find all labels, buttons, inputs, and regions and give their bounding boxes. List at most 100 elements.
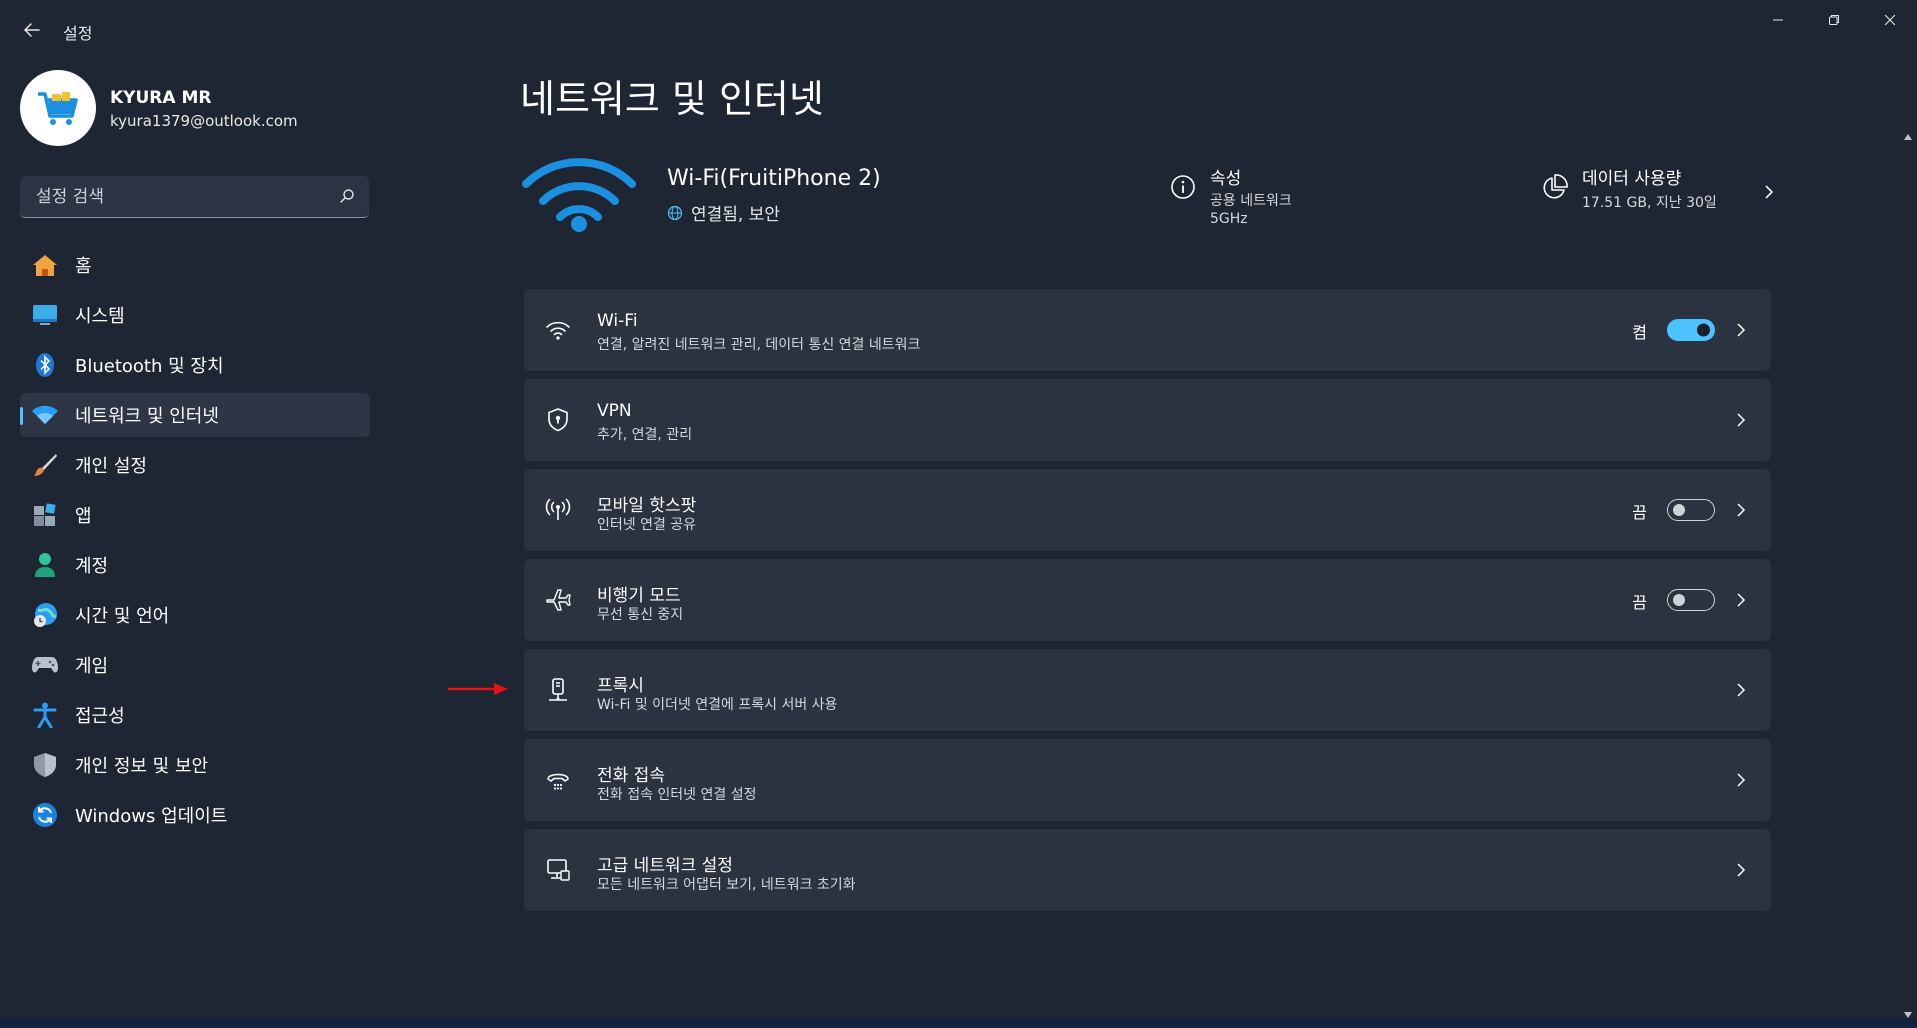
sidebar-item-system[interactable]: 시스템 xyxy=(20,293,370,337)
profile-email: kyura1379@outlook.com xyxy=(110,112,298,130)
globe-icon xyxy=(667,205,683,220)
sidebar-item-personalization[interactable]: 개인 설정 xyxy=(20,443,370,487)
chevron-right-icon xyxy=(1737,863,1746,877)
connection-summary: Wi-Fi(FruitiPhone 2) 연결됨, 보안 속성 공용 네트워크 … xyxy=(520,148,1774,238)
sidebar-item-network[interactable]: 네트워크 및 인터넷 xyxy=(20,393,370,437)
window-title: 설정 xyxy=(63,24,93,43)
network-icon xyxy=(31,401,59,429)
chevron-right-icon xyxy=(1737,593,1746,607)
sidebar-item-bluetooth[interactable]: Bluetooth 및 장치 xyxy=(20,343,370,387)
wifi-icon xyxy=(544,316,572,344)
sidebar-item-time-language[interactable]: 시간 및 언어 xyxy=(20,593,370,637)
proxy-card[interactable]: 프록시 Wi-Fi 및 이더넷 연결에 프록시 서버 사용 xyxy=(524,649,1771,731)
sidebar-nav: 홈 시스템 Bluetooth 및 장치 네트워크 및 인터넷 개인 설정 앱 xyxy=(20,243,370,843)
vpn-card[interactable]: VPN 추가, 연결, 관리 xyxy=(524,379,1771,461)
info-icon xyxy=(1171,175,1195,199)
toggle-state-label: 끔 xyxy=(1632,593,1647,612)
sidebar-item-accessibility[interactable]: 접근성 xyxy=(20,693,370,737)
sidebar-item-label: 시간 및 언어 xyxy=(75,606,170,627)
network-adapter-icon xyxy=(544,856,572,884)
sidebar-item-label: 네트워크 및 인터넷 xyxy=(75,406,219,427)
sidebar-item-apps[interactable]: 앱 xyxy=(20,493,370,537)
card-title: 모바일 핫스팟 xyxy=(597,496,697,516)
chevron-right-icon xyxy=(1737,773,1746,787)
title-bar: 설정 xyxy=(0,0,1917,58)
bluetooth-icon xyxy=(31,351,59,379)
wifi-card[interactable]: Wi-Fi 연결, 알려진 네트워크 관리, 데이터 통신 연결 네트워크 켬 xyxy=(524,289,1771,371)
chevron-right-icon xyxy=(1737,413,1746,427)
hotspot-icon xyxy=(544,496,572,524)
taskbar-edge xyxy=(0,1018,1917,1028)
toggle-knob xyxy=(1673,504,1685,516)
advanced-network-card[interactable]: 고급 네트워크 설정 모든 네트워크 어댑터 보기, 네트워크 초기화 xyxy=(524,829,1771,911)
card-subtitle: 무선 통신 중지 xyxy=(597,607,684,623)
user-profile[interactable]: KYURA MR kyura1379@outlook.com xyxy=(20,70,370,146)
airplane-mode-toggle[interactable] xyxy=(1667,589,1715,611)
vpn-shield-icon xyxy=(544,406,572,434)
sidebar-item-home[interactable]: 홈 xyxy=(20,243,370,287)
toggle-state-label: 끔 xyxy=(1632,503,1647,522)
toggle-state-label: 켬 xyxy=(1632,323,1647,342)
data-usage-link[interactable]: 데이터 사용량 17.51 GB, 지난 30일 xyxy=(1540,164,1774,224)
proxy-server-icon xyxy=(544,676,572,704)
card-title: 비행기 모드 xyxy=(597,586,681,606)
back-button[interactable] xyxy=(20,18,44,42)
properties-title: 속성 xyxy=(1210,169,1242,189)
update-icon xyxy=(31,801,59,829)
sidebar-item-accounts[interactable]: 계정 xyxy=(20,543,370,587)
card-title: 고급 네트워크 설정 xyxy=(597,856,733,876)
brush-icon xyxy=(31,451,59,479)
annotation-arrow-icon xyxy=(448,683,508,695)
sidebar-item-privacy[interactable]: 개인 정보 및 보안 xyxy=(20,743,370,787)
data-usage-value: 17.51 GB, 지난 30일 xyxy=(1582,195,1717,211)
dial-up-card[interactable]: 전화 접속 전화 접속 인터넷 연결 설정 xyxy=(524,739,1771,821)
wifi-toggle[interactable] xyxy=(1667,319,1715,341)
mobile-hotspot-card[interactable]: 모바일 핫스팟 인터넷 연결 공유 끔 xyxy=(524,469,1771,551)
card-title: Wi-Fi xyxy=(597,311,638,331)
chevron-right-icon xyxy=(1737,683,1746,697)
restore-button[interactable] xyxy=(1806,8,1862,32)
minimize-button[interactable] xyxy=(1750,8,1806,32)
mobile-hotspot-toggle[interactable] xyxy=(1667,499,1715,521)
airplane-mode-card[interactable]: 비행기 모드 무선 통신 중지 끔 xyxy=(524,559,1771,641)
settings-search xyxy=(20,176,369,218)
sidebar-item-label: 앱 xyxy=(75,506,92,527)
sidebar-item-gaming[interactable]: 게임 xyxy=(20,643,370,687)
gamepad-icon xyxy=(31,651,59,679)
connection-status: 연결됨, 보안 xyxy=(667,200,780,225)
account-icon xyxy=(31,551,59,579)
sidebar-item-label: 게임 xyxy=(75,656,109,677)
time-language-icon xyxy=(31,601,59,629)
chevron-right-icon xyxy=(1765,185,1774,199)
system-icon xyxy=(31,301,59,329)
network-band: 5GHz xyxy=(1210,211,1248,227)
sidebar-item-windows-update[interactable]: Windows 업데이트 xyxy=(20,793,370,837)
close-icon xyxy=(1884,14,1896,26)
card-subtitle: 모든 네트워크 어댑터 보기, 네트워크 초기화 xyxy=(597,877,856,893)
sidebar-item-label: 개인 정보 및 보안 xyxy=(75,756,209,777)
search-input[interactable] xyxy=(34,176,338,218)
vertical-scrollbar[interactable] xyxy=(1902,132,1914,1020)
sidebar-item-label: 개인 설정 xyxy=(75,456,147,477)
search-icon[interactable] xyxy=(339,188,355,204)
card-subtitle: 추가, 연결, 관리 xyxy=(597,427,693,443)
avatar xyxy=(20,70,96,146)
sidebar-item-label: 접근성 xyxy=(75,706,125,727)
connection-status-text: 연결됨, 보안 xyxy=(691,205,781,225)
card-title: 프록시 xyxy=(597,676,644,696)
chevron-right-icon xyxy=(1737,503,1746,517)
close-button[interactable] xyxy=(1862,8,1917,32)
card-title: VPN xyxy=(597,401,632,421)
connection-name: Wi-Fi(FruitiPhone 2) xyxy=(667,166,881,191)
toggle-knob xyxy=(1697,323,1710,337)
back-arrow-icon xyxy=(23,23,40,37)
restore-icon xyxy=(1829,15,1839,25)
sidebar-item-label: Windows 업데이트 xyxy=(75,806,228,827)
dial-up-phone-icon xyxy=(544,766,572,794)
home-icon xyxy=(31,251,59,279)
apps-icon xyxy=(31,501,59,529)
wifi-large-icon xyxy=(522,158,636,232)
minimize-icon xyxy=(1773,19,1783,21)
network-profile-type: 공용 네트워크 xyxy=(1210,193,1292,209)
sidebar-item-label: Bluetooth 및 장치 xyxy=(75,356,224,377)
